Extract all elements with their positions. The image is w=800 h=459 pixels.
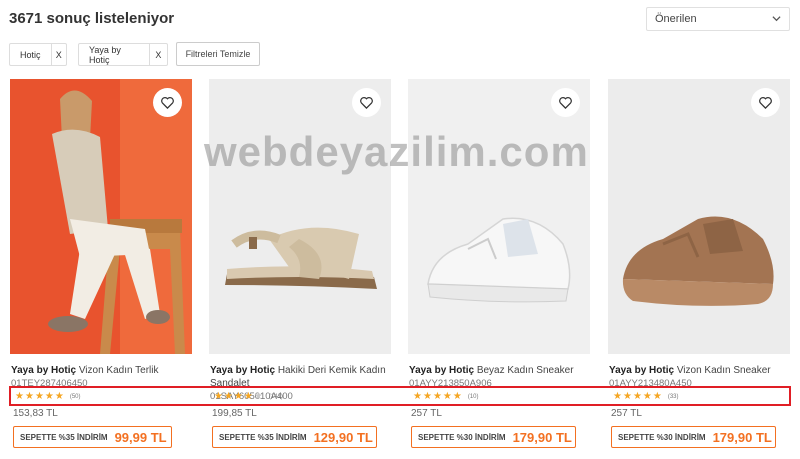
star-icon: ★ — [652, 391, 662, 402]
star-half-icon: ★ — [253, 391, 263, 402]
product-name: Vizon Kadın Terlik — [78, 365, 159, 376]
sort-selected-value: Önerilen — [655, 13, 697, 25]
star-icon: ★ — [34, 391, 44, 402]
star-icon: ★ — [44, 391, 54, 402]
watermark-text: webdeyazilim.com — [204, 128, 589, 175]
sale-price: 179,90 TL — [712, 429, 772, 445]
star-icon: ★ — [632, 391, 642, 402]
filter-chip-label: Hotiç — [20, 49, 41, 60]
star-icon: ★ — [442, 391, 452, 402]
star-icon: ★ — [613, 391, 622, 402]
sale-price: 99,99 TL — [114, 429, 167, 445]
heart-icon — [559, 97, 572, 110]
star-icon: ★ — [243, 391, 253, 402]
sale-price: 129,90 TL — [313, 429, 373, 445]
result-count: 3671 sonuç listeleniyor — [9, 10, 175, 27]
star-icon: ★ — [422, 391, 432, 402]
product-name: Beyaz Kadın Sneaker — [476, 365, 574, 376]
heart-icon — [161, 97, 174, 110]
product-image[interactable] — [10, 79, 192, 354]
list-price: 153,83 TL — [13, 408, 58, 419]
product-brand: Yaya by Hotiç — [609, 365, 675, 376]
cart-discount-badge: SEPETTE %30 İNDİRİM 179,90 TL — [611, 426, 776, 448]
product-title[interactable]: Yaya by Hotiç Vizon Kadın Terlik 01TEY28… — [11, 364, 193, 388]
product-card[interactable]: Yaya by Hotiç Vizon Kadın Terlik 01TEY28… — [10, 79, 192, 451]
favorite-button[interactable] — [551, 88, 580, 117]
star-icon: ★ — [413, 391, 422, 402]
product-sku: 01AYY213850A906 — [409, 378, 492, 388]
filter-chip-yaya-by-hotic: Yaya by Hotiç X — [78, 43, 168, 66]
product-image[interactable] — [608, 79, 790, 354]
cart-discount-badge: SEPETTE %35 İNDİRİM 129,90 TL — [212, 426, 377, 448]
product-card[interactable]: Yaya by Hotiç Vizon Kadın Sneaker 01AYY2… — [608, 79, 790, 451]
product-title[interactable]: Yaya by Hotiç Vizon Kadın Sneaker 01AYY2… — [609, 364, 791, 388]
star-icon: ★ — [642, 391, 652, 402]
rating-count: (141) — [268, 394, 283, 400]
list-price: 257 TL — [611, 408, 642, 419]
favorite-button[interactable] — [153, 88, 182, 117]
cart-discount-badge: SEPETTE %30 İNDİRİM 179,90 TL — [411, 426, 576, 448]
rating-count: (33) — [667, 394, 679, 400]
product-name: Vizon Kadın Sneaker — [676, 365, 771, 376]
star-icon: ★ — [15, 391, 24, 402]
product-image[interactable] — [209, 79, 391, 354]
filter-chip-hotic: Hotiç X — [9, 43, 67, 66]
rating-count: (50) — [69, 394, 81, 400]
discount-label: SEPETTE %35 İNDİRİM — [20, 432, 108, 442]
heart-icon — [360, 97, 373, 110]
cart-discount-badge: SEPETTE %35 İNDİRİM 99,99 TL — [13, 426, 172, 448]
star-icon: ★ — [622, 391, 632, 402]
heart-icon — [759, 97, 772, 110]
favorite-button[interactable] — [352, 88, 381, 117]
star-icon: ★ — [54, 391, 64, 402]
product-brand: Yaya by Hotiç — [210, 365, 276, 376]
discount-label: SEPETTE %35 İNDİRİM — [219, 432, 307, 442]
remove-filter-button[interactable]: X — [148, 44, 167, 65]
product-rating: ★ ★ ★ ★ ★ (33) — [613, 392, 679, 402]
product-brand: Yaya by Hotiç — [409, 365, 475, 376]
product-rating: ★ ★ ★ ★ ★ (50) — [15, 392, 81, 402]
list-price: 199,85 TL — [212, 408, 257, 419]
product-sku: 01TEY287406450 — [11, 378, 88, 388]
product-image[interactable] — [408, 79, 590, 354]
star-icon: ★ — [452, 391, 462, 402]
product-rating: ★ ★ ★ ★ ★ (10) — [413, 392, 479, 402]
list-price: 257 TL — [411, 408, 442, 419]
favorite-button[interactable] — [751, 88, 780, 117]
rating-count: (10) — [467, 394, 479, 400]
product-brand: Yaya by Hotiç — [11, 365, 77, 376]
filter-chip-label: Yaya by Hotiç — [89, 44, 121, 65]
sort-select[interactable]: Önerilen — [646, 7, 790, 31]
star-icon: ★ — [214, 391, 223, 402]
clear-filters-button[interactable]: Filtreleri Temizle — [176, 42, 260, 66]
star-icon: ★ — [233, 391, 243, 402]
product-rating: ★ ★ ★ ★ ★ (141) — [214, 392, 283, 402]
remove-filter-button[interactable]: X — [50, 44, 66, 65]
discount-label: SEPETTE %30 İNDİRİM — [418, 432, 506, 442]
discount-label: SEPETTE %30 İNDİRİM — [618, 432, 706, 442]
product-title[interactable]: Yaya by Hotiç Beyaz Kadın Sneaker 01AYY2… — [409, 364, 591, 388]
product-sku: 01AYY213480A450 — [609, 378, 692, 388]
star-icon: ★ — [432, 391, 442, 402]
sale-price: 179,90 TL — [512, 429, 572, 445]
star-icon: ★ — [24, 391, 34, 402]
star-icon: ★ — [223, 391, 233, 402]
chevron-down-icon — [772, 16, 781, 22]
